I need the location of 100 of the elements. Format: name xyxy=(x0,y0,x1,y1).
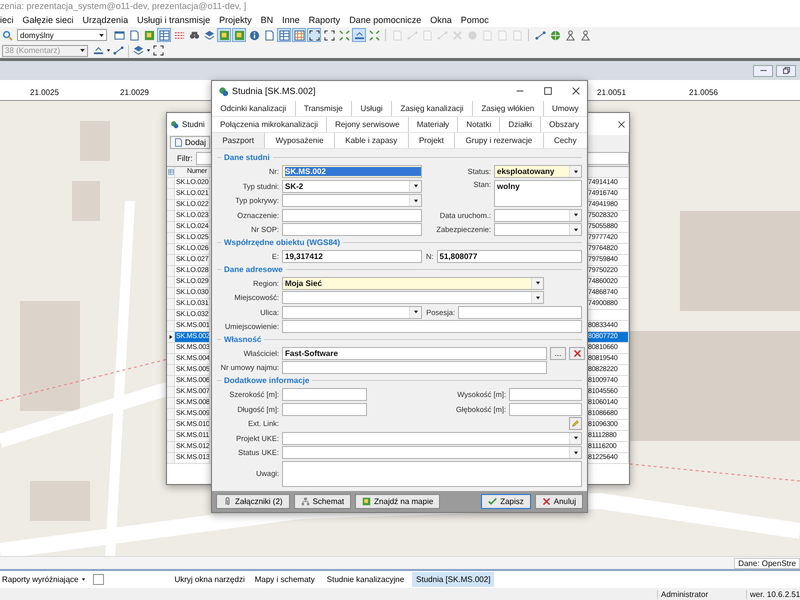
footer-button[interactable]: Znajdź na mapie xyxy=(355,494,440,509)
toolbar-button[interactable] xyxy=(578,28,592,42)
table-icon xyxy=(158,30,170,40)
section-title: Dane adresowe xyxy=(224,265,283,274)
input-field[interactable]: 51,808077 xyxy=(436,250,582,263)
hide-tools-button[interactable]: Ukryj okna narzędzi xyxy=(172,572,247,586)
ruler-label: 21.0029 xyxy=(120,88,149,97)
dropdown-field[interactable] xyxy=(282,446,582,459)
row-header[interactable] xyxy=(167,332,175,343)
check-icon xyxy=(488,497,498,506)
map-icon xyxy=(218,30,230,40)
document-icon xyxy=(496,30,508,40)
dropdown-field[interactable] xyxy=(282,432,582,444)
menu-item[interactable]: Raporty xyxy=(308,14,340,24)
input-field[interactable] xyxy=(282,223,422,236)
menu-item[interactable]: Dane pomocnicze xyxy=(349,14,422,24)
toolbar-button[interactable] xyxy=(247,28,261,42)
window-tab[interactable]: Mapy i schematy xyxy=(250,572,319,587)
checkbox[interactable] xyxy=(93,574,104,585)
paperclip-icon xyxy=(223,497,232,506)
input-field[interactable] xyxy=(282,320,582,333)
browse-button[interactable]: ... xyxy=(550,346,566,360)
grid-icon xyxy=(294,30,304,40)
toolbar-button[interactable] xyxy=(157,28,171,42)
document-icon xyxy=(392,30,402,40)
reports-button[interactable]: Raporty wyróżniające xyxy=(0,572,90,586)
menu-item[interactable]: BN xyxy=(260,14,274,24)
window-tab[interactable]: Studnie kanalizacyjne xyxy=(322,572,408,587)
dropdown-field[interactable] xyxy=(282,291,544,304)
input-field[interactable] xyxy=(282,402,367,416)
caret-icon xyxy=(80,576,88,583)
ruler-label: 21.0056 xyxy=(689,88,718,97)
menu-item[interactable]: Urządzenia xyxy=(82,14,128,24)
view-dropdown[interactable]: domyślny xyxy=(17,29,107,41)
toolbar-button[interactable] xyxy=(277,28,291,42)
menu-item[interactable]: Gałęzie sieci xyxy=(22,14,74,24)
person-icon xyxy=(580,30,590,40)
menu-item[interactable]: Projekty xyxy=(219,14,252,24)
toolbar-button[interactable] xyxy=(307,28,321,42)
section-title: Dane studni xyxy=(224,153,270,162)
window-icon xyxy=(114,30,124,40)
edit-button[interactable] xyxy=(569,417,582,430)
minimize-button[interactable] xyxy=(753,64,773,76)
input-field[interactable] xyxy=(282,208,422,222)
map-icon xyxy=(234,30,244,40)
memo-field[interactable] xyxy=(282,460,582,486)
cross-icon xyxy=(572,348,582,358)
window-title: Studnia [SK.MS.002] xyxy=(232,86,316,96)
clear-button[interactable] xyxy=(569,346,585,360)
input-field[interactable] xyxy=(282,361,547,374)
dropdown-field[interactable] xyxy=(282,194,422,207)
toolbar-button[interactable] xyxy=(292,28,306,42)
expand-icon xyxy=(368,30,380,40)
tab[interactable]: Paszport xyxy=(212,133,264,148)
binoculars-icon xyxy=(188,30,200,40)
menu-item[interactable]: Okna xyxy=(430,14,452,24)
memo-field[interactable]: wolny xyxy=(494,180,582,207)
dropdown-field[interactable]: eksploatowany xyxy=(494,165,582,178)
layers-icon xyxy=(204,30,214,40)
document-icon xyxy=(422,30,432,40)
cancel-button[interactable]: Anuluj xyxy=(534,494,583,509)
cross-icon xyxy=(452,30,462,40)
save-button[interactable]: Zapisz xyxy=(481,494,531,509)
caret-icon xyxy=(105,47,112,54)
ruler-label: 21.0025 xyxy=(30,88,59,97)
toolbar-button[interactable] xyxy=(322,28,336,42)
dropdown-field[interactable] xyxy=(282,306,422,318)
menu-item[interactable]: Pomoc xyxy=(460,14,489,24)
toolbar-button[interactable] xyxy=(563,28,577,42)
input-field[interactable]: 19,317412 xyxy=(282,250,422,263)
add-button[interactable]: Dodaj xyxy=(170,136,210,149)
dropdown-field[interactable]: Moja Sieć xyxy=(282,276,544,290)
input-field[interactable]: SK.MS.002 xyxy=(282,165,422,178)
column-header[interactable] xyxy=(587,167,629,178)
footer-button[interactable]: Załączniki (2) xyxy=(216,494,290,509)
restore-button[interactable] xyxy=(776,64,796,76)
menu-item[interactable]: Inne xyxy=(282,14,300,24)
window-title: Studni xyxy=(182,120,205,128)
table-icon xyxy=(168,169,174,175)
input-field[interactable] xyxy=(282,388,367,401)
input-field[interactable]: Fast-Software xyxy=(282,346,547,360)
map-icon xyxy=(362,497,372,506)
frame-icon xyxy=(153,45,164,56)
input-field[interactable] xyxy=(509,388,582,401)
nodes-icon xyxy=(436,30,448,40)
menu-item[interactable]: Usługi i transmisje xyxy=(137,14,210,24)
pointer-icon xyxy=(168,334,174,340)
restore-icon xyxy=(782,66,790,75)
close-icon xyxy=(571,86,581,96)
info-icon xyxy=(248,30,260,40)
menu-item[interactable]: ieci xyxy=(0,14,14,24)
input-field[interactable] xyxy=(458,306,582,318)
diagram-icon xyxy=(300,497,310,506)
input-field[interactable] xyxy=(509,402,582,416)
dropdown-field[interactable] xyxy=(494,208,582,222)
footer-button[interactable]: Schemat xyxy=(294,494,352,509)
window-tab[interactable]: Studnia [SK.MS.002] xyxy=(412,572,494,587)
dropdown-field[interactable] xyxy=(494,223,582,236)
dropdown-field[interactable]: SK-2 xyxy=(282,180,422,192)
map-attribution: Dane: OpenStre xyxy=(734,558,800,568)
